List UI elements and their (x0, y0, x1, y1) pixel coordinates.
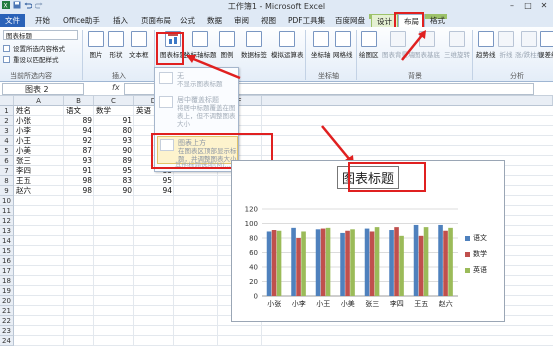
y-tick-label: 120 (245, 206, 258, 214)
bar-3 (399, 235, 404, 296)
bar-2 (443, 230, 448, 296)
legend-label: 数学 (473, 250, 487, 258)
bar-2 (418, 235, 424, 296)
bar-1 (413, 224, 419, 296)
bar-3 (423, 227, 429, 296)
x-tick-label: 小美 (341, 299, 355, 308)
chart-title-highlight (348, 162, 426, 192)
legend-entry[interactable]: 语文 (465, 233, 487, 243)
bar-1 (340, 232, 345, 296)
bar-2 (394, 227, 399, 296)
y-tick-label: 20 (249, 278, 258, 286)
bar-3 (276, 230, 282, 296)
y-tick-label: 40 (249, 264, 258, 272)
bar-2 (271, 230, 277, 296)
bar-3 (374, 227, 380, 296)
legend-swatch (465, 235, 470, 241)
y-tick-label: 100 (245, 220, 258, 228)
legend-entry[interactable]: 英语 (465, 265, 487, 275)
legend-label: 英语 (473, 266, 487, 274)
bar-2 (296, 238, 301, 296)
arrow-to-chart-title (321, 125, 351, 161)
legend-label: 语文 (473, 234, 487, 242)
legend-entry[interactable]: 数学 (465, 249, 487, 259)
bar-1 (389, 230, 394, 296)
x-tick-label: 小李 (292, 299, 306, 308)
chart-legend[interactable]: 语文 数学 英语 (465, 233, 487, 281)
bar-3 (325, 227, 331, 296)
legend-swatch (465, 267, 470, 273)
x-tick-label: 张三 (365, 299, 379, 308)
bar-1 (315, 229, 321, 296)
x-tick-label: 李四 (390, 299, 404, 308)
x-tick-label: 王五 (414, 300, 428, 308)
arrow-to-chart-title-button (190, 56, 241, 80)
legend-swatch (465, 251, 470, 257)
bar-1 (364, 228, 370, 296)
bar-1 (438, 224, 443, 296)
x-tick-label: 小张 (267, 299, 281, 308)
y-tick-label: 60 (249, 249, 258, 257)
bar-2 (369, 231, 375, 296)
bar-1 (266, 231, 272, 296)
arrow-to-layout-tab (401, 33, 424, 61)
y-tick-label: 0 (254, 293, 258, 301)
bar-2 (345, 230, 350, 296)
bar-3 (350, 229, 355, 296)
x-tick-label: 小王 (316, 299, 330, 308)
x-tick-label: 赵六 (439, 299, 453, 308)
y-tick-label: 80 (249, 235, 258, 243)
bar-3 (301, 231, 306, 296)
bar-2 (320, 228, 326, 296)
bar-3 (448, 227, 453, 296)
bar-1 (291, 227, 296, 296)
